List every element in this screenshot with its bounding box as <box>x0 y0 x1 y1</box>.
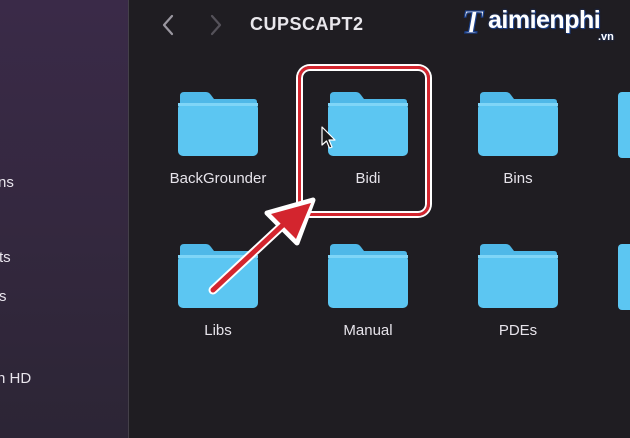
sidebar-item-documents[interactable]: ts <box>0 249 11 266</box>
sidebar-item-downloads[interactable]: s <box>0 288 7 305</box>
arrow-icon <box>208 197 316 295</box>
folder-item[interactable]: BackGrounder <box>153 88 283 208</box>
folder-icon <box>328 244 408 308</box>
folder-item[interactable]: Bins <box>453 88 583 208</box>
mouse-cursor-icon <box>321 126 336 149</box>
folder-item[interactable]: PDEs <box>453 240 583 360</box>
chevron-left-icon <box>162 14 174 36</box>
folder-label: Libs <box>204 322 232 339</box>
sidebar-item-macintosh-hd[interactable]: n HD <box>0 370 31 387</box>
folder-icon <box>178 92 258 156</box>
sidebar: ns ts s n HD <box>0 0 129 438</box>
logo-text: aimienphi <box>488 6 601 34</box>
folder-item[interactable]: Manual <box>303 240 433 360</box>
highlight-box <box>298 66 430 216</box>
logo-suffix: .vn <box>598 31 614 43</box>
folder-label: Bins <box>503 170 533 187</box>
sidebar-item-applications[interactable]: ns <box>0 174 14 191</box>
folder-label: PDEs <box>498 322 538 339</box>
window-title: CUPSCAPT2 <box>250 14 364 34</box>
chevron-right-icon <box>210 14 222 36</box>
folder-icon-partial[interactable] <box>618 92 630 158</box>
back-button[interactable] <box>155 12 181 38</box>
folder-label: Manual <box>343 322 393 339</box>
folder-icon-partial[interactable] <box>618 244 630 310</box>
folder-label: BackGrounder <box>169 170 267 187</box>
folder-icon <box>478 92 558 156</box>
folder-icon <box>478 244 558 308</box>
forward-button[interactable] <box>203 12 229 38</box>
logo-initial: T <box>462 4 484 40</box>
